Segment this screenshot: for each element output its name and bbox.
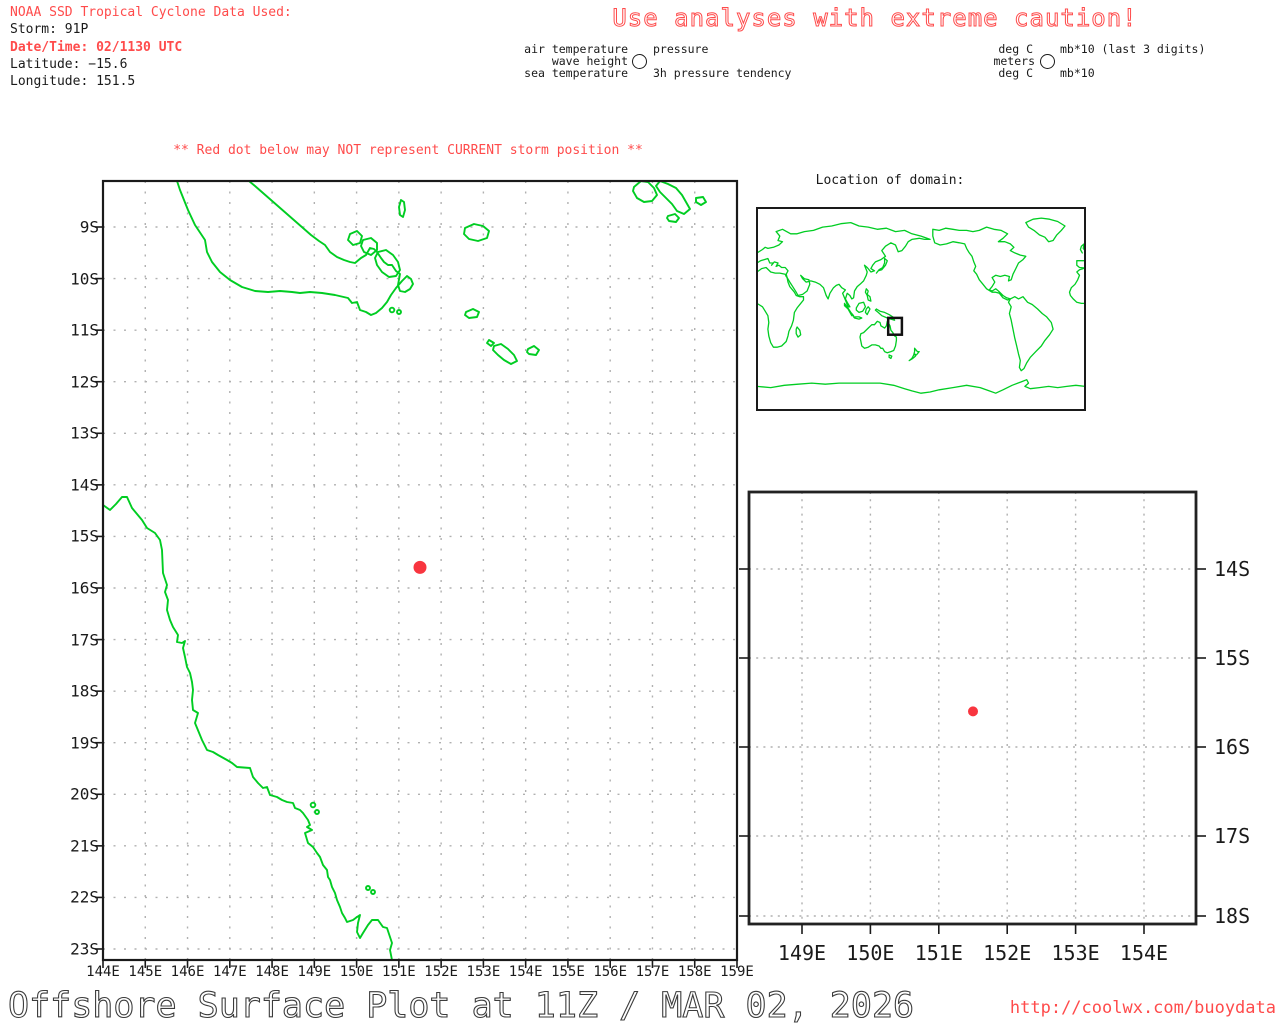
axis-tick-label: 10S — [70, 269, 99, 288]
island — [656, 181, 690, 214]
axis-tick-label: 144E — [86, 964, 120, 980]
axis-tick-label: 20S — [70, 785, 99, 804]
island — [311, 803, 316, 808]
island — [527, 346, 539, 355]
legend-sea-temperature: sea temperature — [524, 66, 628, 80]
axis-tick-label: 151E — [382, 964, 416, 980]
axis-tick-label: 11S — [70, 321, 99, 340]
island — [315, 810, 319, 814]
axis-tick-label: 150E — [846, 941, 894, 965]
zoom-map-ticks — [739, 569, 1206, 934]
axis-tick-label: 17S — [1214, 824, 1250, 848]
axis-tick-label: 156E — [593, 964, 627, 980]
main-map-ticks — [95, 227, 737, 968]
axis-tick-label: 12S — [70, 372, 99, 391]
island — [667, 214, 679, 222]
axis-tick-label: 13S — [70, 424, 99, 443]
axis-tick-label: 9S — [80, 218, 99, 237]
header-datetime: Date/Time: 02/1130 UTC — [10, 40, 182, 55]
axis-tick-label: 15S — [1214, 646, 1250, 670]
axis-tick-label: 16S — [1214, 735, 1250, 759]
axis-tick-label: 145E — [128, 964, 162, 980]
island — [487, 340, 494, 346]
island — [633, 181, 657, 202]
axis-tick-label: 148E — [255, 964, 289, 980]
axis-tick-label: 19S — [70, 733, 99, 752]
world-coastlines — [757, 218, 1085, 393]
axis-tick-label: 15S — [70, 527, 99, 546]
axis-tick-label: 18S — [1214, 904, 1250, 928]
axis-tick-label: 152E — [983, 941, 1031, 965]
axis-tick-label: 157E — [636, 964, 670, 980]
header-storm-id: Storm: 91P — [10, 22, 88, 37]
axis-tick-label: 149E — [297, 964, 331, 980]
island — [397, 310, 401, 314]
legend-unit-mb-top: mb*10 (last 3 digits) — [1060, 42, 1205, 56]
axis-tick-label: 16S — [70, 578, 99, 597]
world-inset-map — [757, 208, 1085, 410]
zoom-map — [739, 492, 1206, 934]
axis-tick-label: 18S — [70, 682, 99, 701]
header-longitude: Longitude: 151.5 — [10, 74, 135, 89]
axis-tick-label: 17S — [70, 630, 99, 649]
main-map — [95, 181, 737, 968]
axis-tick-label: 151E — [915, 941, 963, 965]
island — [464, 224, 489, 241]
island — [696, 197, 706, 205]
island — [465, 309, 479, 318]
queensland-coastline — [103, 497, 392, 960]
storm-position-dot — [413, 561, 426, 574]
header-source-line: NOAA SSD Tropical Cyclone Data Used: — [10, 5, 292, 20]
legend-unit-degc-bottom: deg C — [998, 66, 1033, 80]
axis-tick-label: 22S — [70, 888, 99, 907]
header-latitude: Latitude: −15.6 — [10, 57, 127, 72]
legend-pressure: pressure — [653, 42, 708, 56]
inset-title: Location of domain: — [816, 173, 965, 188]
main-map-coastlines — [103, 181, 706, 960]
axis-tick-label: 152E — [424, 964, 458, 980]
axis-tick-label: 21S — [70, 836, 99, 855]
axis-tick-label: 146E — [171, 964, 205, 980]
footer-plot-title: Offshore Surface Plot at 11Z / MAR 02, 2… — [8, 986, 914, 1024]
island — [390, 308, 395, 313]
axis-tick-label: 153E — [1052, 941, 1100, 965]
source-url: http://coolwx.com/buoydata — [1010, 998, 1276, 1018]
axis-tick-label: 155E — [551, 964, 585, 980]
legend-pressure-tendency: 3h pressure tendency — [653, 66, 791, 80]
axis-tick-label: 150E — [340, 964, 374, 980]
axis-tick-label: 159E — [720, 964, 754, 980]
storm-position-dot-zoom — [968, 706, 978, 716]
axis-tick-label: 154E — [1120, 941, 1168, 965]
island — [493, 344, 517, 364]
axis-tick-label: 147E — [213, 964, 247, 980]
axis-tick-label: 14S — [70, 475, 99, 494]
axis-tick-label: 149E — [778, 941, 826, 965]
storm-position-warning: ** Red dot below may NOT represent CURRE… — [173, 143, 643, 158]
island — [371, 890, 375, 894]
axis-tick-label: 23S — [70, 939, 99, 958]
legend-unit-mb-bottom: mb*10 — [1060, 66, 1095, 80]
island — [366, 886, 370, 890]
caution-banner: Use analyses with extreme caution! — [612, 4, 1137, 32]
station-circle-icon — [1040, 54, 1055, 69]
axis-tick-label: 153E — [467, 964, 501, 980]
island — [348, 231, 362, 245]
island — [399, 200, 405, 217]
station-circle-icon — [632, 54, 647, 69]
axis-tick-label: 14S — [1214, 557, 1250, 581]
island — [361, 238, 377, 255]
axis-tick-label: 154E — [509, 964, 543, 980]
axis-tick-label: 158E — [678, 964, 712, 980]
